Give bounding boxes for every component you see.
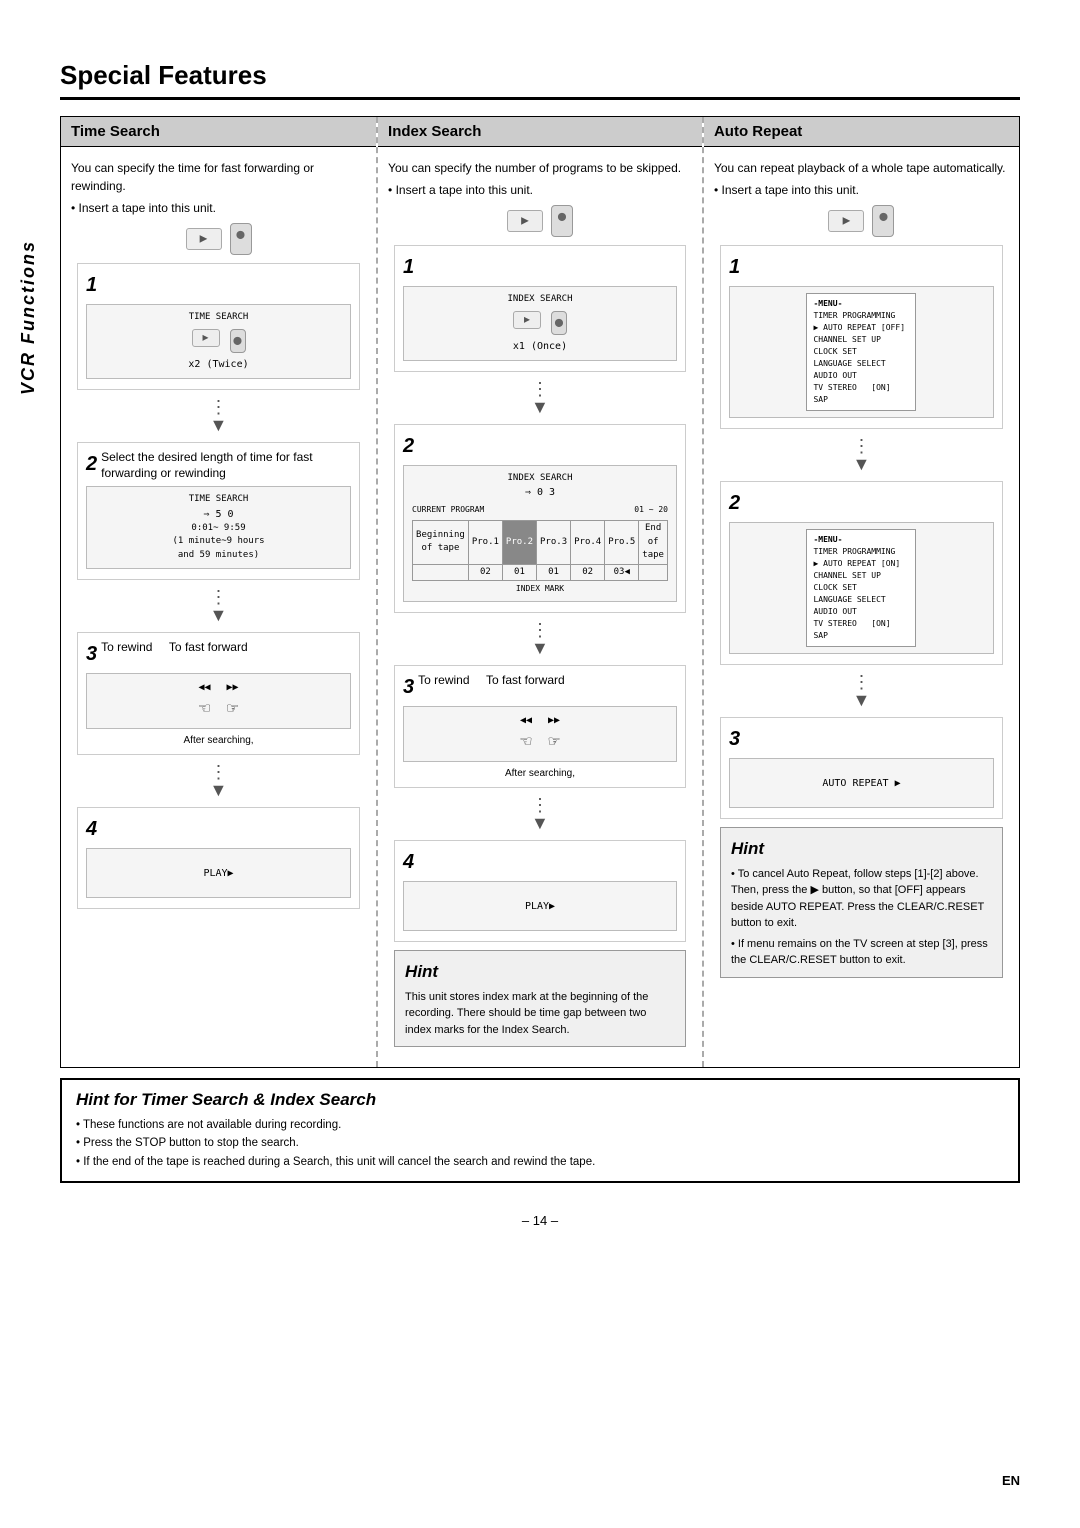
time-search-body: You can specify the time for fast forwar… (61, 155, 376, 921)
step1-vcr-icon (192, 329, 220, 347)
time-search-bullet: • Insert a tape into this unit. (71, 199, 366, 217)
column-time-search: Time Search You can specify the time for… (61, 117, 378, 1067)
vcr-functions-label: VCR Functions (18, 240, 39, 395)
column-index-search: Index Search You can specify the number … (378, 117, 704, 1067)
time-search-icons (71, 223, 366, 255)
bottom-hint-text: • These functions are not available duri… (76, 1116, 1004, 1171)
ar-step2-diagram: -MENU- TIMER PROGRAMMING ▶ AUTO REPEAT [… (729, 522, 994, 654)
idx-step1-vcr (513, 311, 541, 329)
ar-step1-diagram: -MENU- TIMER PROGRAMMING ▶ AUTO REPEAT [… (729, 286, 994, 418)
auto-repeat-step3: 3 AUTO REPEAT ▶ (720, 717, 1003, 819)
auto-repeat-icons (714, 205, 1009, 237)
time-search-intro: You can specify the time for fast forwar… (71, 159, 366, 195)
auto-repeat-intro: You can repeat playback of a whole tape … (714, 159, 1009, 177)
auto-repeat-bullet: • Insert a tape into this unit. (714, 181, 1009, 199)
time-search-step3-diagram: ◀◀☜ ▶▶☞ (86, 673, 351, 729)
index-vcr-icon (507, 210, 543, 232)
auto-repeat-hint: Hint • To cancel Auto Repeat, follow ste… (720, 827, 1003, 978)
index-step1-diagram: INDEX SEARCH x1 (Once) (403, 286, 677, 361)
bottom-hint-box: Hint for Timer Search & Index Search • T… (60, 1078, 1020, 1183)
divider2: ⋮▼ (71, 588, 366, 624)
auto-repeat-body: You can repeat playback of a whole tape … (704, 155, 1019, 990)
ar-step3-diagram: AUTO REPEAT ▶ (729, 758, 994, 808)
time-search-step2: 2 Select the desired length of time for … (77, 442, 360, 581)
time-search-step4-diagram: PLAY▶ (86, 848, 351, 898)
ar-hint-title: Hint (731, 836, 992, 862)
page-number: – 14 – (60, 1213, 1020, 1228)
time-search-step2-diagram: TIME SEARCH ⇒ 5 0 0:01~ 9:59(1 minute~9 … (86, 486, 351, 569)
idx-divider2: ⋮▼ (388, 621, 692, 657)
index-search-body: You can specify the number of programs t… (378, 155, 702, 1059)
auto-repeat-header: Auto Repeat (704, 117, 1019, 147)
ar-hint-text: • To cancel Auto Repeat, follow steps [1… (731, 866, 992, 969)
vcr-device-icon (186, 228, 222, 250)
time-search-x2-label: x2 (Twice) (188, 357, 248, 372)
index-hint-text: This unit stores index mark at the begin… (405, 989, 675, 1039)
remote-icon (230, 223, 252, 255)
ar-divider2: ⋮▼ (714, 673, 1009, 709)
index-search-step1: 1 INDEX SEARCH x1 (Once) (394, 245, 686, 372)
index-step2-diagram: INDEX SEARCH ⇒ 0 3 CURRENT PROGRAM 01 ~ … (403, 465, 677, 603)
step2-desc: Select the desired length of time for fa… (101, 449, 351, 483)
idx-after-searching: After searching, (403, 766, 677, 781)
index-remote-icon (551, 205, 573, 237)
page-title: Special Features (60, 60, 1020, 100)
time-search-step3: 3 To rewind To fast forward ◀◀☜ ▶▶☞ Afte… (77, 632, 360, 755)
divider1: ⋮▼ (71, 398, 366, 434)
index-search-bullet: • Insert a tape into this unit. (388, 181, 692, 199)
page: Special Features VCR Functions Time Sear… (0, 0, 1080, 1528)
time-search-step1: 1 TIME SEARCH x2 (Twice) (77, 263, 360, 390)
ar-divider1: ⋮▼ (714, 437, 1009, 473)
index-hint: Hint This unit stores index mark at the … (394, 950, 686, 1047)
bottom-hint-title: Hint for Timer Search & Index Search (76, 1090, 1004, 1110)
step1-remote-icon (230, 329, 246, 353)
index-x1-label: x1 (Once) (513, 339, 567, 354)
ar-vcr-icon (828, 210, 864, 232)
index-search-intro: You can specify the number of programs t… (388, 159, 692, 177)
index-search-icons (388, 205, 692, 237)
ar-remote-icon (872, 205, 894, 237)
index-mark-label: INDEX MARK (412, 583, 668, 595)
column-auto-repeat: Auto Repeat You can repeat playback of a… (704, 117, 1019, 1067)
index-step4-diagram: PLAY▶ (403, 881, 677, 931)
time-search-header: Time Search (61, 117, 376, 147)
auto-repeat-step1: 1 -MENU- TIMER PROGRAMMING ▶ AUTO REPEAT… (720, 245, 1003, 429)
index-hint-title: Hint (405, 959, 675, 985)
index-search-step4: 4 PLAY▶ (394, 840, 686, 942)
index-table: Beginningof tape Pro.1 Pro.2 Pro.3 Pro.4… (412, 520, 668, 581)
idx-divider1: ⋮▼ (388, 380, 692, 416)
idx-step1-remote (551, 311, 567, 335)
index-search-step3: 3 To rewind To fast forward ◀◀☜ ▶▶☞ Afte… (394, 665, 686, 788)
auto-repeat-step2: 2 -MENU- TIMER PROGRAMMING ▶ AUTO REPEAT… (720, 481, 1003, 665)
time-search-step1-diagram: TIME SEARCH x2 (Twice) (86, 304, 351, 379)
main-columns: Time Search You can specify the time for… (60, 116, 1020, 1068)
after-searching-label: After searching, (86, 733, 351, 748)
index-search-header: Index Search (378, 117, 702, 147)
index-search-step2: 2 INDEX SEARCH ⇒ 0 3 CURRENT PROGRAM 01 … (394, 424, 686, 614)
divider3: ⋮▼ (71, 763, 366, 799)
language-label: EN (1002, 1473, 1020, 1488)
time-search-step4: 4 PLAY▶ (77, 807, 360, 909)
idx-divider3: ⋮▼ (388, 796, 692, 832)
index-step3-diagram: ◀◀☜ ▶▶☞ (403, 706, 677, 762)
